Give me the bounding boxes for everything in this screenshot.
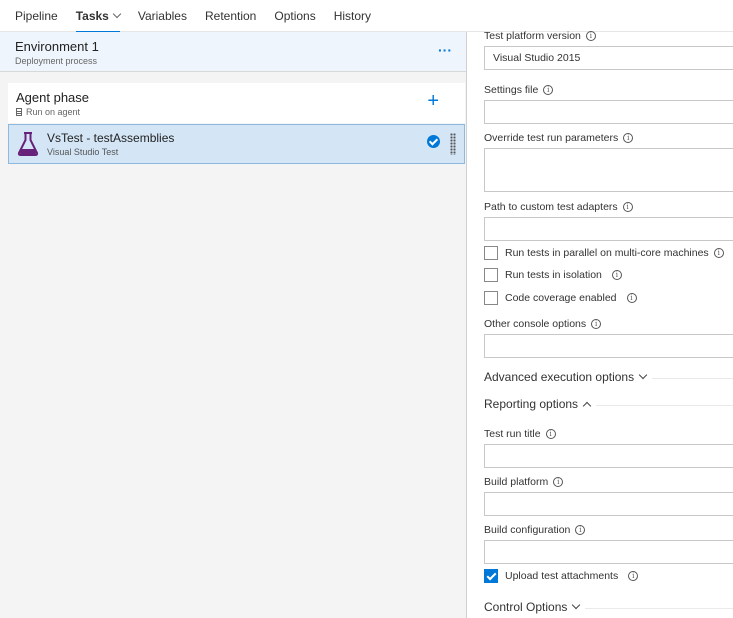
- tab-options[interactable]: Options: [274, 0, 315, 32]
- info-icon[interactable]: i: [543, 85, 554, 95]
- upload-attachments-checkbox[interactable]: [484, 569, 498, 583]
- info-icon[interactable]: i: [628, 571, 639, 581]
- settings-file-input[interactable]: [484, 100, 733, 124]
- task-subtitle: Visual Studio Test: [47, 147, 119, 157]
- label-text: Settings file: [484, 84, 539, 96]
- label-text: Test run title: [484, 428, 541, 440]
- top-nav: Pipeline Tasks Variables Retention Optio…: [0, 0, 733, 33]
- environment-subtitle: Deployment process: [15, 56, 98, 66]
- test-run-title-label: Test run title i: [484, 428, 556, 440]
- checkbox-label: Code coverage enabled: [505, 292, 617, 304]
- label-text: Other console options: [484, 318, 587, 330]
- server-icon: [16, 108, 22, 116]
- environment-header[interactable]: Environment 1 Deployment process ···: [0, 32, 466, 72]
- info-icon[interactable]: i: [591, 319, 602, 329]
- parallel-checkbox[interactable]: [484, 246, 498, 260]
- info-icon[interactable]: i: [575, 525, 586, 535]
- info-icon[interactable]: i: [713, 248, 724, 258]
- section-header: Advanced execution options: [484, 370, 653, 384]
- custom-adapters-label: Path to custom test adapters i: [484, 201, 633, 213]
- process-pane: Environment 1 Deployment process ··· Age…: [0, 32, 467, 618]
- chevron-down-icon: [112, 9, 122, 18]
- checkbox-label: Upload test attachments: [505, 570, 619, 582]
- coverage-checkbox[interactable]: [484, 291, 498, 305]
- control-options-section[interactable]: Control Options: [484, 600, 733, 614]
- chevron-up-icon: [582, 401, 592, 410]
- flask-icon: [17, 132, 39, 156]
- drag-handle-icon[interactable]: [450, 133, 456, 155]
- label-text: Path to custom test adapters: [484, 201, 618, 213]
- section-header: Control Options: [484, 600, 586, 614]
- isolation-row[interactable]: Run tests in isolation i: [484, 268, 622, 282]
- parallel-row[interactable]: Run tests in parallel on multi-core mach…: [484, 246, 724, 260]
- info-icon[interactable]: i: [553, 477, 564, 487]
- settings-file-label: Settings file i: [484, 84, 554, 96]
- isolation-checkbox[interactable]: [484, 268, 498, 282]
- agent-phase[interactable]: Agent phase Run on agent +: [8, 83, 465, 123]
- advanced-execution-section[interactable]: Advanced execution options: [484, 370, 733, 384]
- label-text: Test platform version: [484, 30, 581, 42]
- label-text: Build configuration: [484, 524, 571, 536]
- section-label: Control Options: [484, 600, 568, 614]
- task-title: VsTest - testAssemblies: [47, 131, 175, 145]
- tab-label: Pipeline: [15, 8, 58, 23]
- info-icon[interactable]: i: [545, 429, 556, 439]
- phase-title: Agent phase: [16, 90, 90, 105]
- label-text: Override test run parameters: [484, 132, 619, 144]
- tab-variables[interactable]: Variables: [138, 0, 187, 32]
- tab-retention[interactable]: Retention: [205, 0, 256, 32]
- info-icon[interactable]: i: [626, 293, 637, 303]
- reporting-options-section[interactable]: Reporting options: [484, 397, 733, 411]
- custom-adapters-input[interactable]: [484, 217, 733, 241]
- task-item-vstest[interactable]: VsTest - testAssemblies Visual Studio Te…: [8, 124, 465, 164]
- test-platform-version-label: Test platform version i: [484, 30, 596, 42]
- tab-label: History: [333, 8, 372, 23]
- info-icon[interactable]: i: [622, 202, 633, 212]
- label-text: Build platform: [484, 476, 549, 488]
- phase-subtitle: Run on agent: [26, 107, 81, 117]
- override-params-textarea[interactable]: [484, 148, 733, 192]
- console-options-input[interactable]: [484, 334, 733, 358]
- add-task-button[interactable]: +: [427, 91, 439, 111]
- info-icon[interactable]: i: [611, 270, 622, 280]
- more-options-icon[interactable]: ···: [438, 42, 452, 58]
- coverage-row[interactable]: Code coverage enabled i: [484, 291, 637, 305]
- tab-label: Variables: [137, 8, 187, 23]
- build-configuration-label: Build configuration i: [484, 524, 586, 536]
- tab-label: Options: [274, 8, 316, 23]
- enabled-check-icon: [427, 135, 440, 148]
- info-icon[interactable]: i: [623, 133, 634, 143]
- override-params-label: Override test run parameters i: [484, 132, 634, 144]
- tab-label: Retention: [204, 8, 257, 23]
- task-properties-pane: Test platform version i Visual Studio 201…: [467, 30, 733, 618]
- console-options-label: Other console options i: [484, 318, 602, 330]
- phase-subtitle-row: Run on agent: [16, 107, 457, 117]
- checkbox-label: Run tests in parallel on multi-core mach…: [505, 247, 709, 259]
- environment-title: Environment 1: [15, 39, 99, 54]
- test-run-title-input[interactable]: [484, 444, 733, 468]
- section-header: Reporting options: [484, 397, 597, 411]
- build-configuration-input[interactable]: [484, 540, 733, 564]
- section-label: Reporting options: [484, 397, 579, 411]
- tab-history[interactable]: History: [334, 0, 371, 32]
- tab-label: Tasks: [75, 8, 109, 23]
- test-platform-version-select[interactable]: Visual Studio 2015: [484, 46, 733, 70]
- chevron-down-icon: [572, 600, 581, 610]
- upload-attachments-row[interactable]: Upload test attachments i: [484, 569, 639, 583]
- checkbox-label: Run tests in isolation: [505, 269, 602, 281]
- build-platform-input[interactable]: [484, 492, 733, 516]
- tab-tasks[interactable]: Tasks: [75, 0, 122, 33]
- info-icon[interactable]: i: [585, 31, 596, 41]
- section-label: Advanced execution options: [484, 370, 635, 384]
- chevron-down-icon: [638, 370, 648, 380]
- build-platform-label: Build platform i: [484, 476, 564, 488]
- tab-pipeline[interactable]: Pipeline: [15, 0, 58, 32]
